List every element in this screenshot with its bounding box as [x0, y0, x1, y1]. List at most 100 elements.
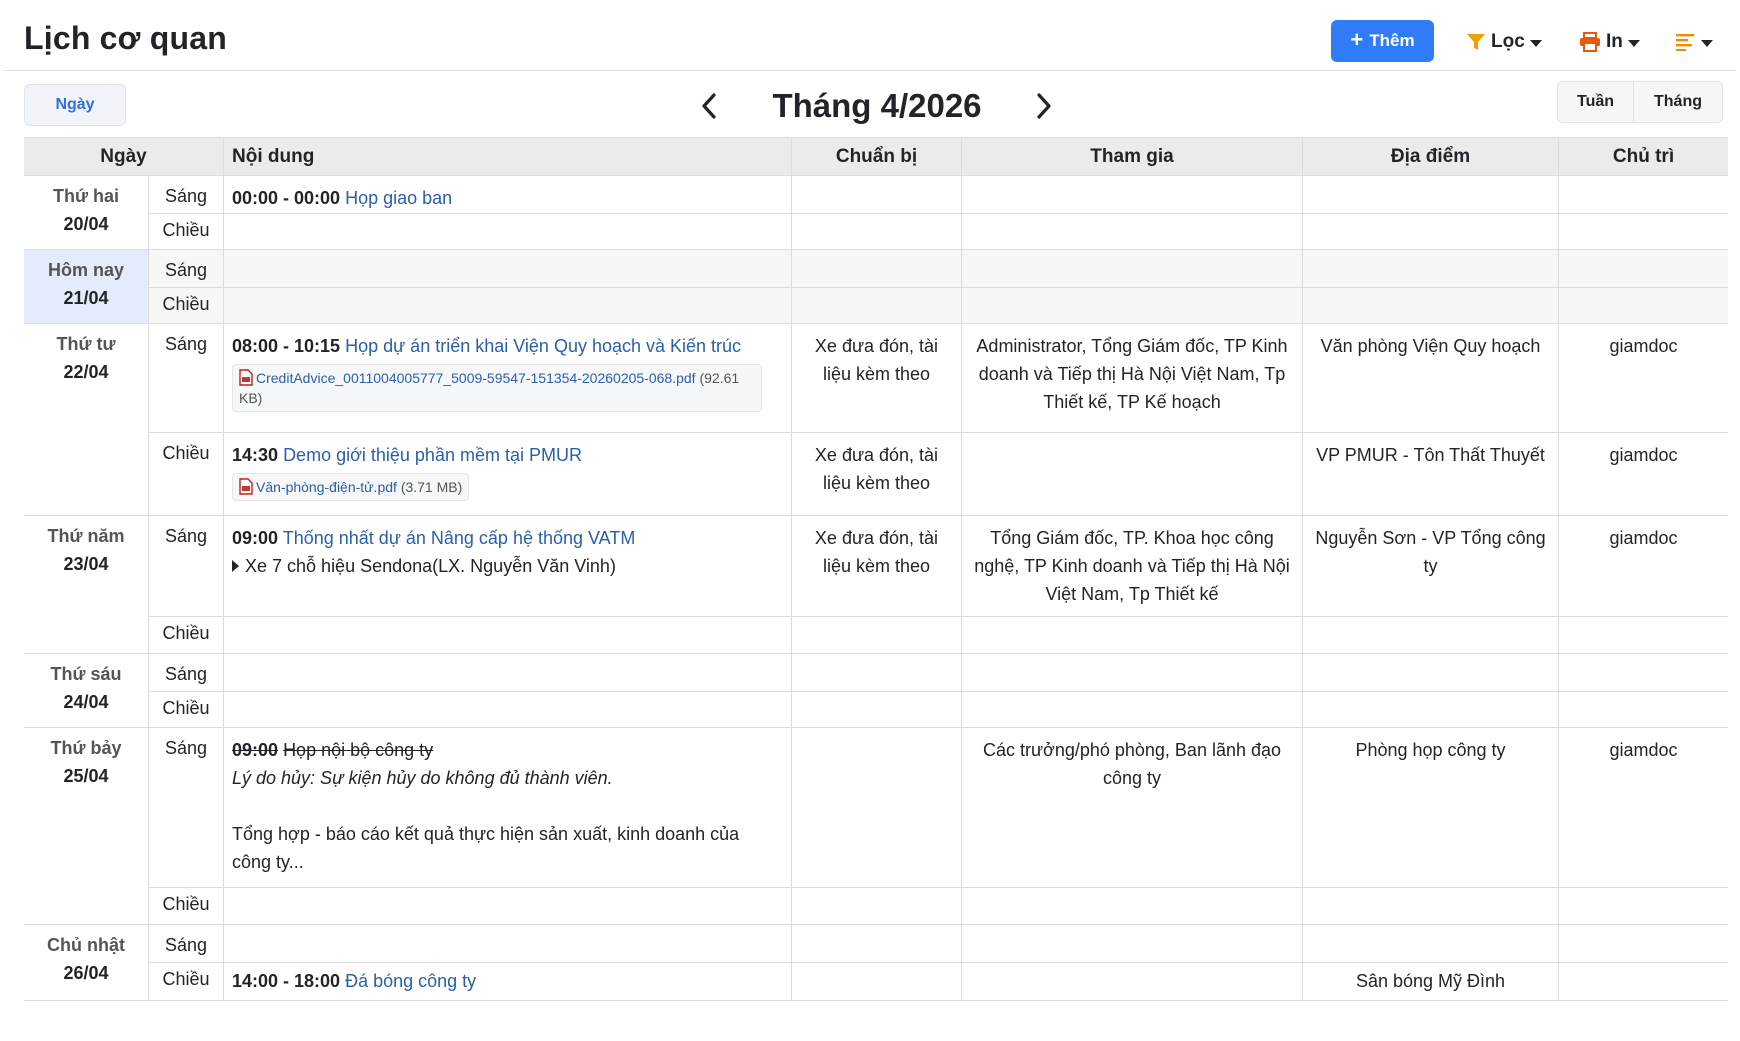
day-row: Thứ năm 23/04 Sáng 09:00 Thống nhất dự á… [24, 516, 1728, 654]
vehicle-toggle[interactable]: Xe 7 chỗ hiệu Sendona(LX. Nguyễn Văn Vin… [232, 552, 783, 580]
session-label: Sáng [149, 176, 224, 213]
day-cell: Thứ năm 23/04 [24, 516, 149, 653]
caret-down-icon [1529, 39, 1542, 47]
column-header-participants: Tham gia [962, 138, 1303, 176]
participants-cell [962, 617, 1303, 654]
morning-slot: Sáng 00:00 - 00:00 Họp giao ban [149, 176, 1728, 214]
location-cell [1303, 692, 1559, 728]
day-cell: Hôm nay 21/04 [24, 250, 149, 323]
month-view-button[interactable]: Tháng [1634, 82, 1722, 122]
print-dropdown[interactable]: In [1579, 27, 1640, 57]
participants-cell [962, 250, 1303, 287]
event-content: 09:00 Thống nhất dự án Nâng cấp hệ thống… [224, 516, 792, 616]
afternoon-slot: Chiều [149, 692, 1728, 728]
event-content: 00:00 - 00:00 Họp giao ban [224, 176, 792, 213]
prep-cell: Xe đưa đón, tài liệu kèm theo [792, 324, 962, 432]
session-label: Sáng [149, 250, 224, 287]
day-name: Hôm nay [47, 260, 125, 280]
column-header-day: Ngày [24, 138, 224, 176]
cancel-reason: Lý do hủy: Sự kiện hủy do không đủ thành… [232, 768, 613, 788]
add-event-button[interactable]: + Thêm [1331, 20, 1434, 62]
location-cell: Sân bóng Mỹ Đình [1303, 963, 1559, 1001]
prep-cell [792, 728, 962, 887]
day-date: 20/04 [63, 214, 109, 234]
day-date: 23/04 [63, 554, 109, 574]
host-cell [1559, 288, 1728, 324]
day-date: 26/04 [63, 963, 109, 983]
day-row: Thứ sáu 24/04 Sáng Chiều [24, 654, 1728, 728]
event-time: 09:00 [232, 528, 279, 548]
day-name: Thứ năm [47, 526, 125, 546]
session-label: Sáng [149, 728, 224, 887]
event-title-link[interactable]: Demo giới thiệu phần mềm tại PMUR [283, 445, 582, 465]
event-content [224, 654, 792, 691]
event-content [224, 925, 792, 962]
morning-slot: Sáng 09:00 Họp nội bộ công ty Lý do hủy:… [149, 728, 1728, 888]
session-label: Chiều [149, 214, 224, 250]
caret-down-icon [1701, 39, 1713, 47]
event-title-link[interactable]: Họp giao ban [345, 188, 452, 208]
day-cell: Thứ bảy 25/04 [24, 728, 149, 924]
event-content: 14:30 Demo giới thiệu phần mềm tại PMUR … [224, 433, 792, 516]
session-label: Chiều [149, 433, 224, 516]
session-label: Chiều [149, 617, 224, 654]
event-time: 09:00 [232, 740, 279, 760]
session-label: Sáng [149, 324, 224, 432]
day-name: Thứ bảy [50, 738, 122, 758]
morning-slot: Sáng [149, 250, 1728, 288]
location-cell: Văn phòng Viện Quy hoạch [1303, 324, 1559, 432]
session-label: Sáng [149, 925, 224, 962]
column-header-content: Nội dung [224, 138, 792, 176]
prev-month-button[interactable] [695, 88, 723, 124]
participants-cell: Administrator, Tổng Giám đốc, TP Kinh do… [962, 324, 1303, 432]
attachment-link[interactable]: Văn-phòng-điện-tử.pdf (3.71 MB) [232, 473, 470, 501]
event-time: 14:30 [232, 445, 279, 465]
event-title-cancelled[interactable]: Họp nội bộ công ty [283, 740, 433, 760]
afternoon-slot: Chiều [149, 888, 1728, 925]
host-cell [1559, 963, 1728, 1001]
view-options-dropdown[interactable] [1676, 27, 1713, 57]
participants-cell [962, 654, 1303, 691]
session-label: Chiều [149, 692, 224, 728]
participants-cell [962, 176, 1303, 213]
column-header-location: Địa điểm [1303, 138, 1559, 176]
pdf-file-icon [239, 478, 253, 495]
filter-label: Lọc [1491, 31, 1525, 52]
host-cell [1559, 888, 1728, 925]
week-view-button[interactable]: Tuần [1558, 82, 1634, 122]
day-date: 22/04 [63, 362, 109, 382]
day-view-button[interactable]: Ngày [24, 84, 126, 126]
location-cell [1303, 288, 1559, 324]
next-month-button[interactable] [1030, 88, 1058, 124]
attachment-link[interactable]: CreditAdvice_0011004005777_5009-59547-15… [232, 364, 762, 412]
event-content [224, 214, 792, 250]
event-title-link[interactable]: Họp dự án triển khai Viện Quy hoạch và K… [345, 336, 741, 356]
event-content [224, 250, 792, 287]
afternoon-slot: Chiều [149, 617, 1728, 654]
prep-cell [792, 250, 962, 287]
location-cell: VP PMUR - Tôn Thất Thuyết [1303, 433, 1559, 516]
location-cell [1303, 925, 1559, 962]
event-title-link[interactable]: Đá bóng công ty [345, 971, 476, 991]
morning-slot: Sáng 08:00 - 10:15 Họp dự án triển khai … [149, 324, 1728, 433]
location-cell: Nguyễn Sơn - VP Tổng công ty [1303, 516, 1559, 616]
filter-dropdown[interactable]: Lọc [1466, 27, 1542, 57]
day-date: 21/04 [63, 288, 109, 308]
participants-cell: Các trưởng/phó phòng, Ban lãnh đạo công … [962, 728, 1303, 887]
host-cell [1559, 925, 1728, 962]
prep-cell [792, 925, 962, 962]
host-cell [1559, 617, 1728, 654]
event-title-link[interactable]: Thống nhất dự án Nâng cấp hệ thống VATM [283, 528, 636, 548]
prep-cell [792, 963, 962, 1001]
day-row-today: Hôm nay 21/04 Sáng Chiều [24, 250, 1728, 324]
chevron-right-icon [1037, 93, 1051, 119]
column-header-prep: Chuẩn bị [792, 138, 962, 176]
participants-cell [962, 888, 1303, 925]
prep-cell [792, 214, 962, 250]
afternoon-slot: Chiều 14:00 - 18:00 Đá bóng công ty Sân … [149, 963, 1728, 1001]
host-cell [1559, 214, 1728, 250]
day-date: 24/04 [63, 692, 109, 712]
day-cell: Thứ hai 20/04 [24, 176, 149, 249]
prep-cell [792, 617, 962, 654]
event-content [224, 288, 792, 324]
